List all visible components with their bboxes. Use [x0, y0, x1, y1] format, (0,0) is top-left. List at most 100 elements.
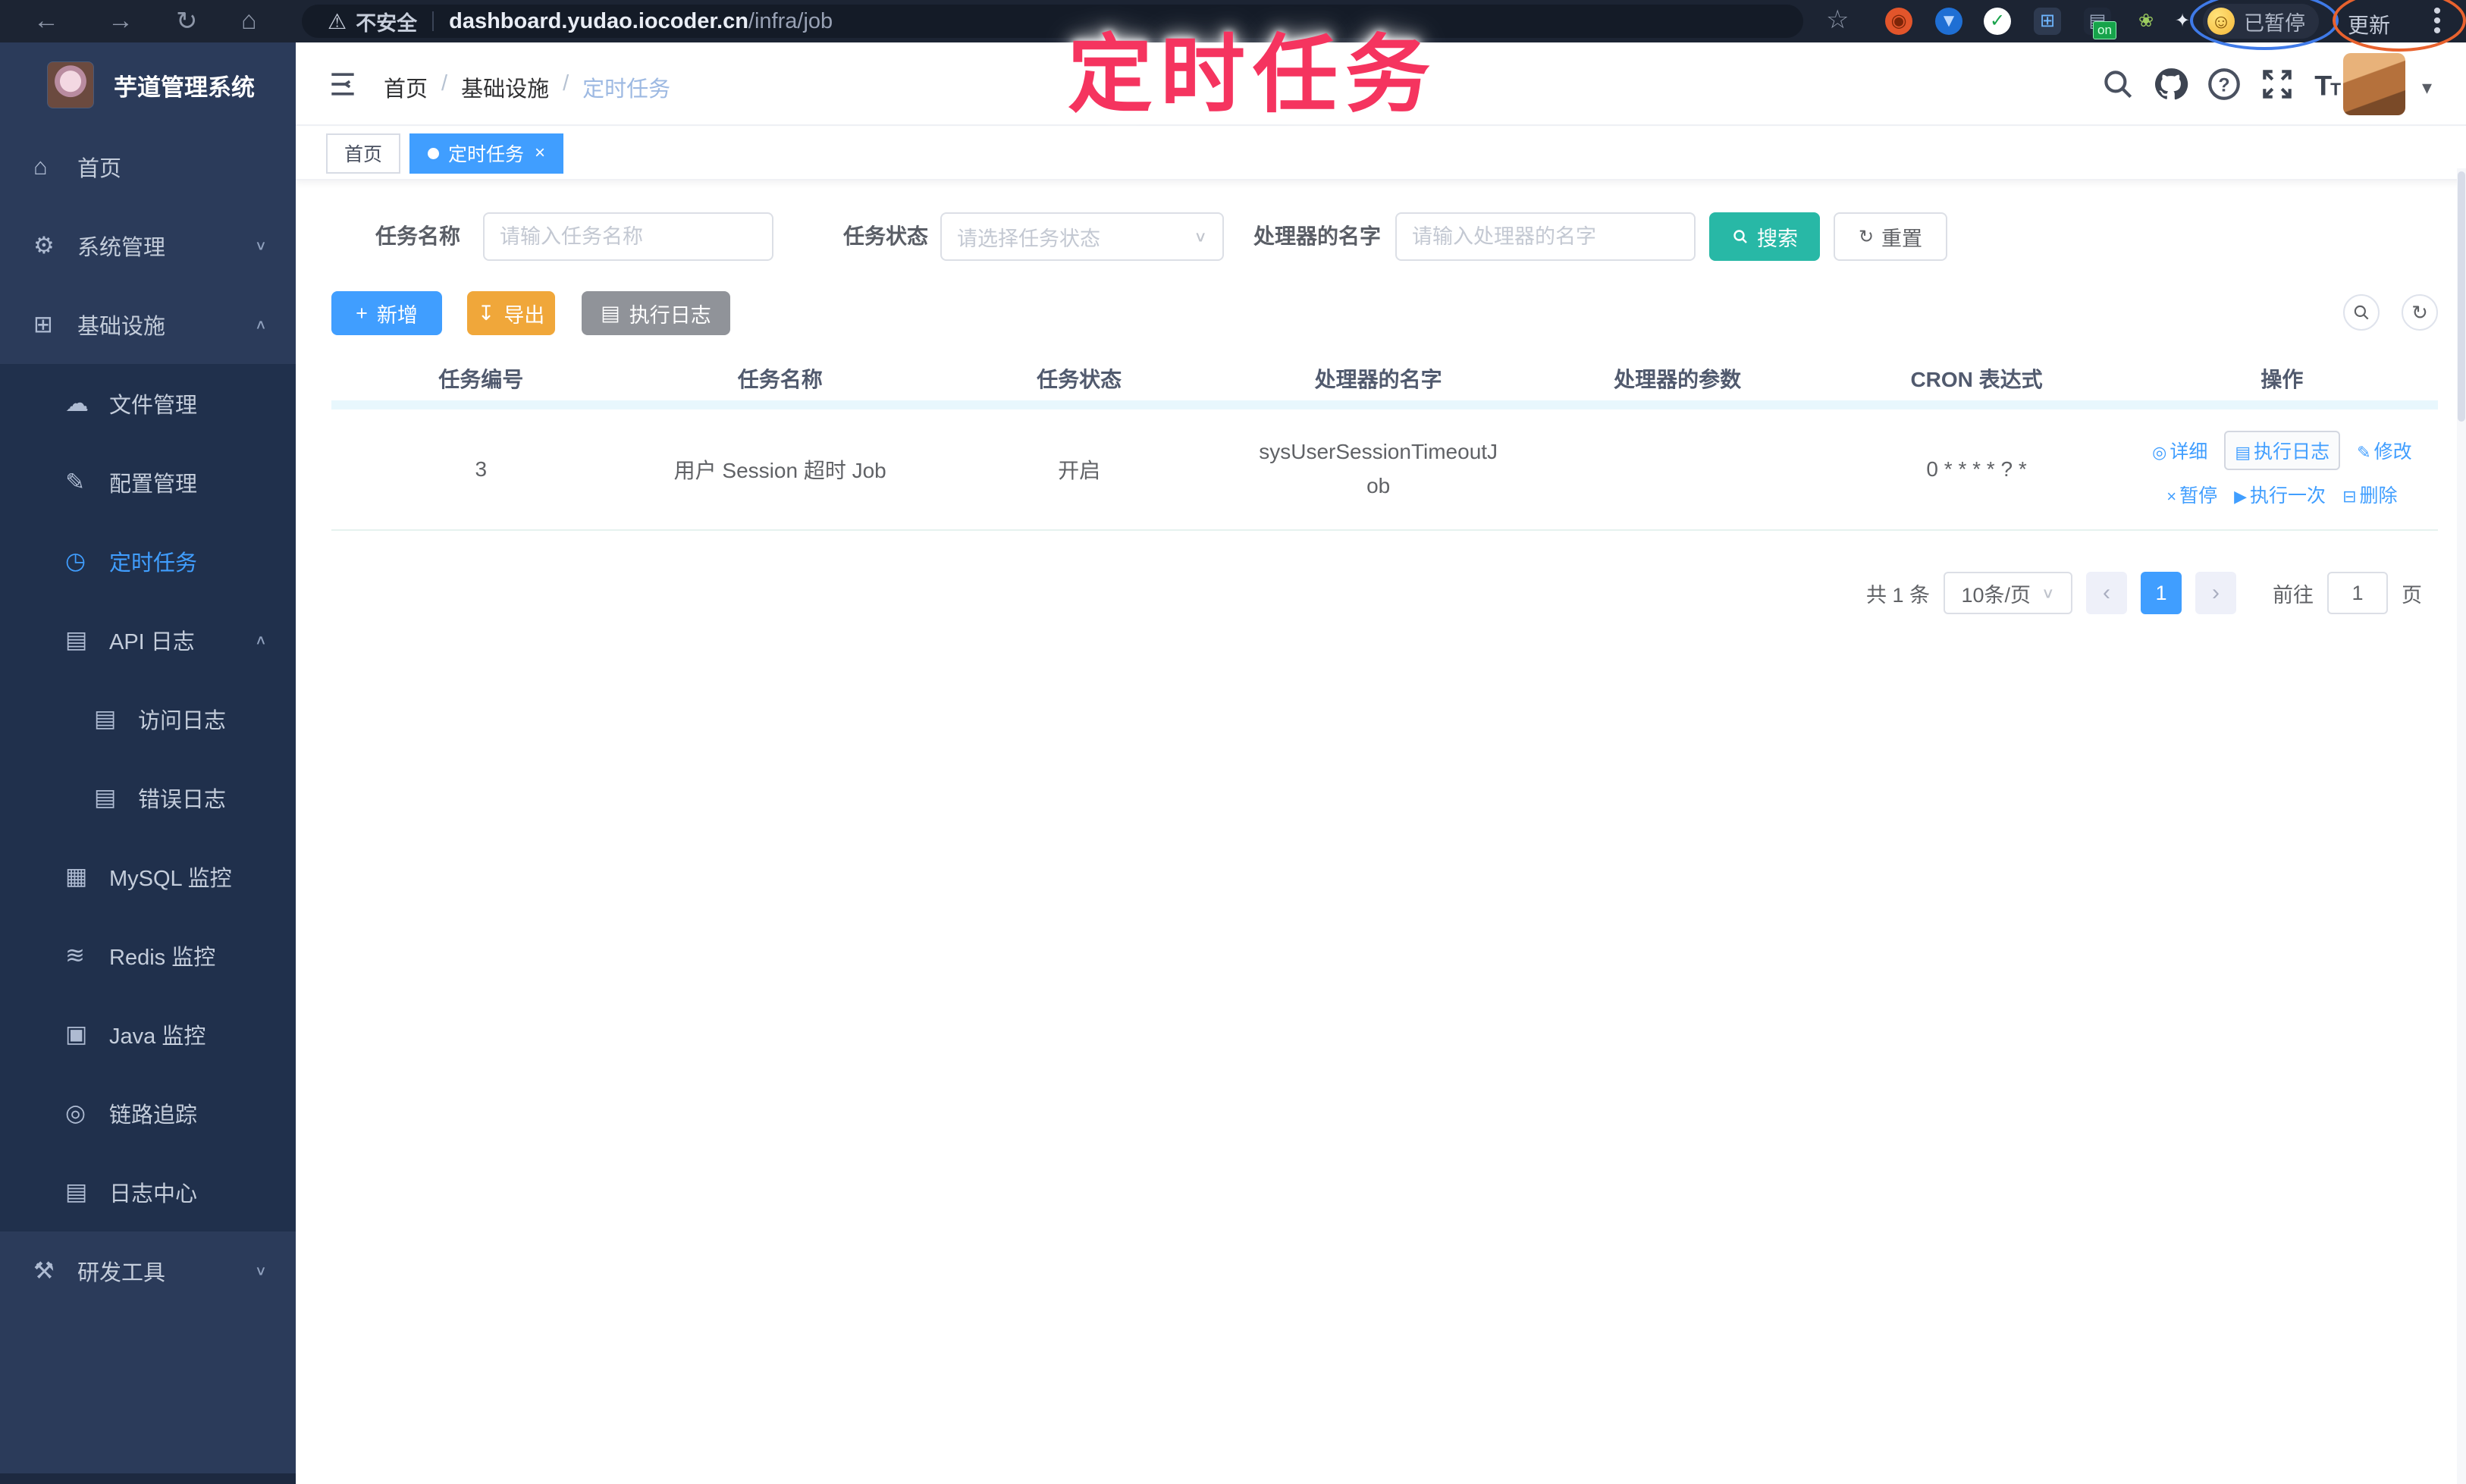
table-row[interactable]: 3 用户 Session 超时 Job 开启 sysUserSessionTim… [331, 409, 2438, 531]
reset-button[interactable]: ↻ 重置 [1834, 212, 1947, 261]
tab-home[interactable]: 首页 [326, 133, 401, 174]
extension-icon[interactable]: ⊞ [2034, 8, 2061, 35]
sidebar-item-infra[interactable]: ⊞ 基础设施 ∧ [0, 285, 296, 364]
sidebar-item-mysql[interactable]: ▦ MySQL 监控 [0, 837, 296, 916]
col-header: 操作 [2260, 368, 2304, 391]
browser-forward-icon[interactable]: → [108, 6, 133, 36]
action-detail[interactable]: ◎ 详细 [2152, 437, 2207, 464]
breadcrumb-home[interactable]: 首页 [384, 71, 428, 103]
pagination: 共 1 条 10条/页 ∨ ‹ 1 › 前往 页 [1866, 571, 2422, 615]
extension-icon[interactable]: ◉ [1885, 8, 1912, 35]
extension-icon[interactable]: ▼ [1935, 8, 1962, 35]
sidebar-item-label: 错误日志 [138, 788, 227, 812]
sidebar-item-file[interactable]: ☁ 文件管理 [0, 364, 296, 443]
sidebar-item-config[interactable]: ✎ 配置管理 [0, 443, 296, 522]
app-title: 芋道管理系统 [114, 74, 255, 101]
tools-icon: ⚒ [33, 1257, 55, 1284]
help-icon[interactable]: ? [2205, 65, 2243, 103]
next-page-button[interactable]: › [2195, 572, 2236, 614]
refresh-table-button[interactable]: ↻ [2402, 294, 2438, 331]
add-button[interactable]: + 新增 [331, 291, 442, 335]
profile-paused-chip[interactable]: ☺ 已暂停 [2203, 4, 2319, 39]
sidebar-item-label: API 日志 [109, 630, 195, 654]
search-icon [1733, 230, 1747, 243]
download-icon: ↧ [477, 301, 495, 325]
chevron-down-icon: ∨ [1194, 228, 1207, 245]
sidebar-item-job[interactable]: ◷ 定时任务 [0, 522, 296, 601]
refresh-icon: ↻ [2411, 300, 2428, 324]
browser-menu-icon[interactable]: • • • [2430, 0, 2445, 42]
app-logo-row[interactable]: 芋道管理系统 [0, 42, 296, 127]
exec-log-button-label: 执行日志 [629, 303, 711, 327]
sidebar-item-label: 链路追踪 [109, 1103, 198, 1128]
action-edit[interactable]: ✎ 修改 [2357, 437, 2411, 464]
browser-update-button[interactable]: 更新 [2348, 9, 2390, 39]
handler-name-input[interactable] [1395, 212, 1696, 261]
sidebar-item-system[interactable]: ⚙ 系统管理 ∨ [0, 206, 296, 285]
log-icon: ▤ [601, 301, 620, 325]
cell-job-name: 用户 Session 超时 Job [673, 459, 886, 482]
sidebar-item-dev-tools[interactable]: ⚒ 研发工具 ∨ [0, 1231, 296, 1310]
export-button[interactable]: ↧ 导出 [467, 291, 555, 335]
job-status-select[interactable]: 请选择任务状态 ∨ [940, 212, 1224, 261]
breadcrumb-infra[interactable]: 基础设施 [461, 71, 549, 103]
job-name-label: 任务名称 [375, 224, 461, 248]
tab-close-icon[interactable]: × [535, 143, 545, 164]
sidebar-item-log-center[interactable]: ▤ 日志中心 [0, 1153, 296, 1231]
action-delete[interactable]: ⊟ 删除 [2342, 481, 2397, 508]
sidebar-item-trace[interactable]: ◎ 链路追踪 [0, 1074, 296, 1153]
sidebar-item-redis[interactable]: ≋ Redis 监控 [0, 916, 296, 995]
svg-text:?: ? [2218, 74, 2229, 96]
puzzle-extensions-icon[interactable]: ✦ [2169, 8, 2196, 35]
browser-reload-icon[interactable]: ↻ [176, 6, 198, 36]
extension-icon[interactable]: ✓ [1984, 8, 2011, 35]
extension-icon[interactable]: ❀ [2132, 8, 2160, 35]
edit-icon: ✎ [2357, 443, 2371, 462]
add-button-label: 新增 [376, 303, 418, 327]
action-exec-log[interactable]: ▤ 执行日志 [2224, 431, 2341, 470]
chevron-up-icon: ∧ [254, 316, 267, 332]
sidebar-item-java[interactable]: ▣ Java 监控 [0, 995, 296, 1074]
action-run-once[interactable]: ▶ 执行一次 [2234, 481, 2326, 508]
address-bar[interactable]: ⚠ 不安全 dashboard.yudao.iocoder.cn /infra/… [302, 5, 1803, 38]
cell-handler-name: sysUserSessionTimeoutJob [1259, 440, 1498, 497]
tab-job[interactable]: 定时任务 × [409, 133, 564, 174]
sidebar-item-access-log[interactable]: ▤ 访问日志 [0, 679, 296, 758]
search-button[interactable]: 搜索 [1709, 212, 1820, 261]
sidebar-item-error-log[interactable]: ▤ 错误日志 [0, 758, 296, 837]
browser-back-icon[interactable]: ← [33, 6, 59, 36]
page-number-1[interactable]: 1 [2141, 572, 2182, 614]
sidebar-item-label: 访问日志 [138, 709, 227, 733]
browser-home-icon[interactable]: ⌂ [241, 6, 257, 36]
sidebar-item-home[interactable]: ⌂ 首页 [0, 127, 296, 206]
exec-log-button[interactable]: ▤ 执行日志 [582, 291, 730, 335]
tab-label: 定时任务 [448, 144, 525, 165]
sidebar-item-api-log[interactable]: ▤ API 日志 ∧ [0, 601, 296, 679]
job-name-input[interactable] [483, 212, 773, 261]
fullscreen-icon[interactable] [2258, 65, 2296, 103]
scrollbar-thumb[interactable] [2458, 171, 2465, 422]
user-avatar[interactable] [2343, 53, 2405, 115]
sidebar-item-label: Java 监控 [109, 1024, 206, 1049]
github-icon[interactable] [2152, 65, 2190, 103]
scrollbar[interactable] [2457, 168, 2466, 1484]
trash-icon: ⊟ [2342, 487, 2357, 506]
prev-page-button[interactable]: ‹ [2086, 572, 2127, 614]
collapse-menu-icon[interactable] [326, 67, 359, 101]
goto-page-input[interactable] [2327, 572, 2388, 614]
cloud-icon: ☁ [65, 390, 89, 416]
db-icon: ▦ [65, 863, 88, 889]
profile-paused-label: 已暂停 [2244, 11, 2305, 35]
bookmark-star-icon[interactable]: ☆ [1826, 5, 1849, 35]
sidebar-item-label: 研发工具 [77, 1261, 166, 1285]
pause-cross-icon: × [2166, 487, 2177, 506]
log-icon: ▤ [65, 1178, 88, 1205]
action-pause[interactable]: × 暂停 [2166, 481, 2217, 508]
search-icon[interactable] [2099, 65, 2137, 103]
page-unit-label: 页 [2402, 583, 2422, 607]
page-size-select[interactable]: 10条/页 ∨ [1944, 572, 2072, 614]
font-size-icon[interactable]: TT [2310, 65, 2348, 103]
user-menu-caret-icon[interactable]: ▾ [2422, 76, 2432, 99]
toggle-search-button[interactable] [2343, 294, 2380, 331]
col-header: 任务状态 [1037, 368, 1122, 391]
